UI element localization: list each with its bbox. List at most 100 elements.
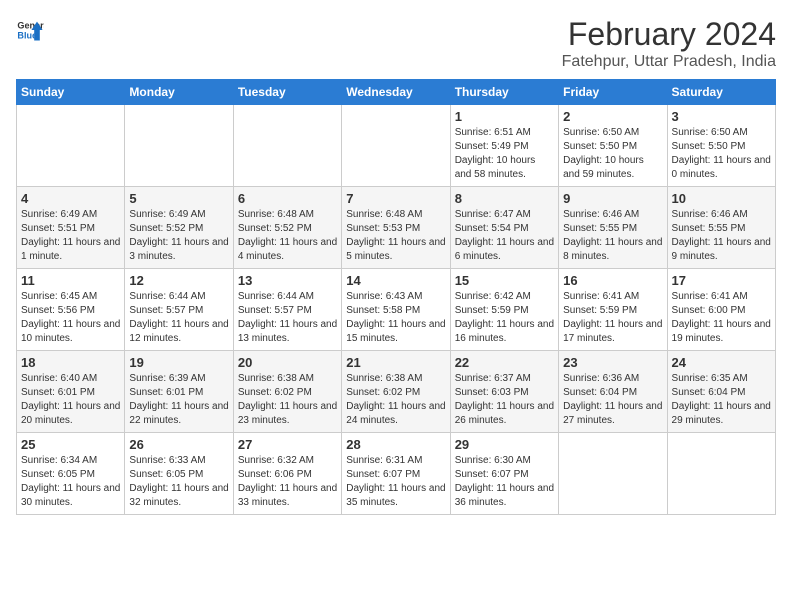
calendar-day-cell: 20 Sunrise: 6:38 AMSunset: 6:02 PMDayligh… — [233, 351, 341, 433]
calendar-day-cell: 6 Sunrise: 6:48 AMSunset: 5:52 PMDaylight… — [233, 187, 341, 269]
calendar-day-cell: 19 Sunrise: 6:39 AMSunset: 6:01 PMDayligh… — [125, 351, 233, 433]
calendar-day-cell: 17 Sunrise: 6:41 AMSunset: 6:00 PMDayligh… — [667, 269, 775, 351]
day-detail: Sunrise: 6:48 AMSunset: 5:52 PMDaylight:… — [238, 208, 337, 264]
day-number: 3 — [672, 109, 771, 124]
day-number: 28 — [346, 437, 445, 452]
calendar-day-cell: 13 Sunrise: 6:44 AMSunset: 5:57 PMDayligh… — [233, 269, 341, 351]
calendar-day-cell: 24 Sunrise: 6:35 AMSunset: 6:04 PMDayligh… — [667, 351, 775, 433]
day-detail: Sunrise: 6:44 AMSunset: 5:57 PMDaylight:… — [238, 290, 337, 346]
day-number: 13 — [238, 273, 337, 288]
calendar-day-cell: 1 Sunrise: 6:51 AMSunset: 5:49 PMDaylight… — [450, 105, 558, 187]
day-number: 27 — [238, 437, 337, 452]
day-detail: Sunrise: 6:38 AMSunset: 6:02 PMDaylight:… — [238, 372, 337, 428]
calendar-day-cell: 10 Sunrise: 6:46 AMSunset: 5:55 PMDayligh… — [667, 187, 775, 269]
logo: General Blue — [16, 16, 44, 44]
day-detail: Sunrise: 6:49 AMSunset: 5:51 PMDaylight:… — [21, 208, 120, 264]
calendar-day-cell: 7 Sunrise: 6:48 AMSunset: 5:53 PMDaylight… — [342, 187, 450, 269]
day-detail: Sunrise: 6:41 AMSunset: 6:00 PMDaylight:… — [672, 290, 771, 346]
calendar-day-cell: 21 Sunrise: 6:38 AMSunset: 6:02 PMDayligh… — [342, 351, 450, 433]
day-detail: Sunrise: 6:50 AMSunset: 5:50 PMDaylight:… — [672, 126, 771, 182]
weekday-header-cell: Tuesday — [233, 80, 341, 105]
day-number: 5 — [129, 191, 228, 206]
day-detail: Sunrise: 6:49 AMSunset: 5:52 PMDaylight:… — [129, 208, 228, 264]
calendar-day-cell: 9 Sunrise: 6:46 AMSunset: 5:55 PMDaylight… — [559, 187, 667, 269]
day-detail: Sunrise: 6:48 AMSunset: 5:53 PMDaylight:… — [346, 208, 445, 264]
day-detail: Sunrise: 6:46 AMSunset: 5:55 PMDaylight:… — [563, 208, 662, 264]
calendar-day-cell — [559, 433, 667, 515]
calendar-day-cell — [342, 105, 450, 187]
day-detail: Sunrise: 6:37 AMSunset: 6:03 PMDaylight:… — [455, 372, 554, 428]
calendar-day-cell: 2Sunrise: 6:50 AMSunset: 5:50 PMDaylight… — [559, 105, 667, 187]
calendar-week-row: 11 Sunrise: 6:45 AMSunset: 5:56 PMDayligh… — [17, 269, 776, 351]
day-number: 25 — [21, 437, 120, 452]
weekday-header-cell: Sunday — [17, 80, 125, 105]
day-number: 12 — [129, 273, 228, 288]
main-title: February 2024 — [562, 16, 776, 53]
calendar-day-cell: 29 Sunrise: 6:30 AMSunset: 6:07 PMDayligh… — [450, 433, 558, 515]
calendar-day-cell: 18Sunrise: 6:40 AMSunset: 6:01 PMDayligh… — [17, 351, 125, 433]
calendar-day-cell: 26Sunrise: 6:33 AMSunset: 6:05 PMDayligh… — [125, 433, 233, 515]
day-detail: Sunrise: 6:39 AMSunset: 6:01 PMDaylight:… — [129, 372, 228, 428]
day-number: 9 — [563, 191, 662, 206]
day-number: 7 — [346, 191, 445, 206]
day-detail: Sunrise: 6:30 AMSunset: 6:07 PMDaylight:… — [455, 454, 554, 510]
calendar-week-row: 25Sunrise: 6:34 AMSunset: 6:05 PMDayligh… — [17, 433, 776, 515]
calendar-day-cell: 11 Sunrise: 6:45 AMSunset: 5:56 PMDayligh… — [17, 269, 125, 351]
weekday-header-cell: Monday — [125, 80, 233, 105]
calendar-day-cell — [667, 433, 775, 515]
weekday-header-cell: Thursday — [450, 80, 558, 105]
day-number: 26 — [129, 437, 228, 452]
day-number: 23 — [563, 355, 662, 370]
calendar-week-row: 4 Sunrise: 6:49 AMSunset: 5:51 PMDaylight… — [17, 187, 776, 269]
day-detail: Sunrise: 6:43 AMSunset: 5:58 PMDaylight:… — [346, 290, 445, 346]
day-detail: Sunrise: 6:46 AMSunset: 5:55 PMDaylight:… — [672, 208, 771, 264]
calendar-day-cell: 27 Sunrise: 6:32 AMSunset: 6:06 PMDayligh… — [233, 433, 341, 515]
calendar-body: 1 Sunrise: 6:51 AMSunset: 5:49 PMDaylight… — [17, 105, 776, 515]
day-number: 16 — [563, 273, 662, 288]
day-detail: Sunrise: 6:45 AMSunset: 5:56 PMDaylight:… — [21, 290, 120, 346]
calendar-day-cell: 5 Sunrise: 6:49 AMSunset: 5:52 PMDaylight… — [125, 187, 233, 269]
day-number: 10 — [672, 191, 771, 206]
calendar-week-row: 1 Sunrise: 6:51 AMSunset: 5:49 PMDaylight… — [17, 105, 776, 187]
day-number: 18 — [21, 355, 120, 370]
calendar-day-cell: 8Sunrise: 6:47 AMSunset: 5:54 PMDaylight… — [450, 187, 558, 269]
weekday-header-cell: Wednesday — [342, 80, 450, 105]
day-number: 6 — [238, 191, 337, 206]
day-detail: Sunrise: 6:35 AMSunset: 6:04 PMDaylight:… — [672, 372, 771, 428]
calendar-day-cell: 14 Sunrise: 6:43 AMSunset: 5:58 PMDayligh… — [342, 269, 450, 351]
subtitle: Fatehpur, Uttar Pradesh, India — [562, 53, 776, 71]
title-area: February 2024 Fatehpur, Uttar Pradesh, I… — [562, 16, 776, 71]
day-number: 1 — [455, 109, 554, 124]
day-detail: Sunrise: 6:42 AMSunset: 5:59 PMDaylight:… — [455, 290, 554, 346]
day-number: 19 — [129, 355, 228, 370]
weekday-header-cell: Friday — [559, 80, 667, 105]
calendar-day-cell: 16 Sunrise: 6:41 AMSunset: 5:59 PMDayligh… — [559, 269, 667, 351]
day-number: 14 — [346, 273, 445, 288]
day-number: 11 — [21, 273, 120, 288]
calendar-day-cell — [125, 105, 233, 187]
day-number: 22 — [455, 355, 554, 370]
calendar-day-cell: 12 Sunrise: 6:44 AMSunset: 5:57 PMDayligh… — [125, 269, 233, 351]
day-detail: Sunrise: 6:31 AMSunset: 6:07 PMDaylight:… — [346, 454, 445, 510]
day-detail: Sunrise: 6:44 AMSunset: 5:57 PMDaylight:… — [129, 290, 228, 346]
day-detail: Sunrise: 6:38 AMSunset: 6:02 PMDaylight:… — [346, 372, 445, 428]
svg-text:Blue: Blue — [17, 30, 37, 40]
day-detail: Sunrise: 6:41 AMSunset: 5:59 PMDaylight:… — [563, 290, 662, 346]
weekday-header-cell: Saturday — [667, 80, 775, 105]
day-detail: Sunrise: 6:36 AMSunset: 6:04 PMDaylight:… — [563, 372, 662, 428]
logo-icon: General Blue — [16, 16, 44, 44]
calendar-day-cell — [17, 105, 125, 187]
day-detail: Sunrise: 6:47 AMSunset: 5:54 PMDaylight:… — [455, 208, 554, 264]
day-detail: Sunrise: 6:32 AMSunset: 6:06 PMDaylight:… — [238, 454, 337, 510]
day-number: 20 — [238, 355, 337, 370]
day-number: 29 — [455, 437, 554, 452]
day-detail: Sunrise: 6:50 AMSunset: 5:50 PMDaylight:… — [563, 126, 662, 182]
day-number: 17 — [672, 273, 771, 288]
calendar-week-row: 18Sunrise: 6:40 AMSunset: 6:01 PMDayligh… — [17, 351, 776, 433]
calendar-day-cell — [233, 105, 341, 187]
day-number: 4 — [21, 191, 120, 206]
day-detail: Sunrise: 6:51 AMSunset: 5:49 PMDaylight:… — [455, 126, 554, 182]
calendar-day-cell: 28 Sunrise: 6:31 AMSunset: 6:07 PMDayligh… — [342, 433, 450, 515]
day-number: 24 — [672, 355, 771, 370]
day-number: 21 — [346, 355, 445, 370]
